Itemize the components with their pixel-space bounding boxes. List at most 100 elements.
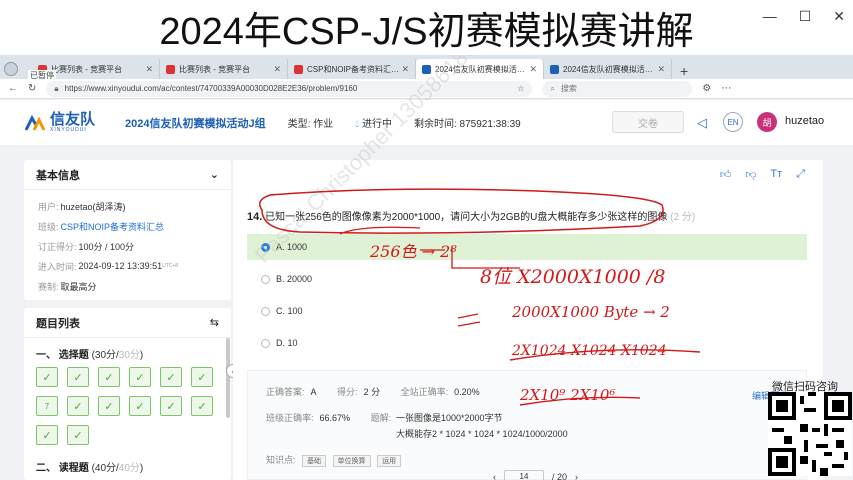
page-input[interactable]: 14 [504,470,544,480]
info-rule: 赛制: 取最高分 [38,281,97,292]
annotation-5: 2X10⁹ 2X10⁶ [520,386,616,404]
video-title: 2024年CSP-J/S初赛模拟赛讲解 [0,0,853,55]
info-score: 订正得分: 100分 / 100分 [38,241,135,252]
annotation-3: 2000X1000 Byte → 2 [512,303,670,321]
remaining-time: 剩余时间: 875921:38:39 [413,119,521,130]
next-page-icon[interactable]: › [575,472,578,480]
close-tab-icon[interactable]: ✕ [529,64,537,75]
logo-text: 信友队 [50,111,96,128]
avatar[interactable]: 胡 [757,112,777,132]
info-class: 班级: CSP和NOIP备考资料汇总 [38,220,165,233]
close-tab-icon[interactable]: ✕ [145,64,153,75]
question-cell[interactable]: ✓ [129,367,151,387]
question-grid: ✓ ✓ ✓ ✓ ✓ ✓ 7 ✓ ✓ ✓ ✓ ✓ ✓ ✓ [24,365,231,447]
annotation-1: 256色 → 2⁸ [370,242,457,261]
new-tab-button[interactable]: + [672,63,696,79]
answer-stats: 正确答案: A 得分: 2 分 全站正确率: 0.20% [266,387,480,397]
radio-icon [261,306,270,316]
back-icon[interactable]: ← [8,83,18,94]
username[interactable]: huzetao [785,115,824,127]
lock-icon: 🔒︎ [54,83,59,93]
panel-scrollbar[interactable] [226,338,230,418]
explanation-line-2: 大概能存2 * 1024 * 1024 * 1024/1000/2000 [396,429,568,439]
question-text: 已知一张256色的图像像素为2000*1000，请问大小为2GB的U盘大概能存多… [265,212,668,223]
window-controls: — ☐ ✕ [763,8,845,25]
favorite-icon[interactable]: ☆ [517,84,524,93]
knowledge-tags: 知识点: 基础 单位换算 运用 [266,453,402,467]
question-cell[interactable]: ✓ [191,367,213,387]
question-tools: 👍︎ 👎︎ Tт ⤢ [720,168,805,181]
question-cell[interactable]: 7 [36,396,58,416]
answer-class-rate: 班级正确率: 66.67% 题解: [266,413,392,423]
minimize-icon[interactable]: — [763,8,777,25]
screen: 2024年CSP-J/S初赛模拟赛讲解 — ☐ ✕ 比赛列表 - 竞赛平台 ✕ 比… [0,0,853,480]
basic-info-title: 基本信息 [36,169,80,182]
info-entry-time: 进入时间: 2024-09-12 13:39:51 UTC+8 [38,261,179,272]
annotation-4: 2X1024 X1024 X1024 [512,343,667,359]
notification-icon[interactable]: ◁ [697,115,707,131]
browser-tab[interactable]: 2024信友队初赛模拟活动组 - ✕ [544,59,672,79]
site-favicon-icon [550,64,559,74]
maximize-icon[interactable]: ☐ [799,8,812,25]
contest-name: 2024信友队初赛模拟活动J组 [125,117,266,130]
submit-paper-button[interactable]: 交卷 [612,111,684,133]
prev-page-icon[interactable]: ‹ [493,472,496,480]
pager: ‹ 14 / 20 › [493,470,578,480]
option-a[interactable]: A. 1000 [247,234,807,260]
swap-icon[interactable]: ⇆ [210,316,219,329]
font-size-icon[interactable]: Tт [770,168,782,181]
explanation-line-1: 一张图像是1000*2000字节 [396,413,503,423]
question-cell[interactable]: ✓ [36,367,58,387]
question-points: (2 分) [670,212,696,223]
question-cell[interactable]: ✓ [129,396,151,416]
section-reading: 二、 读程题 (40分/40分) [36,463,144,474]
search-icon: ⌕ [550,83,555,93]
browser-tab[interactable]: 比赛列表 - 竞赛平台 ✕ [160,59,288,79]
close-icon[interactable]: ✕ [833,8,845,25]
info-user: 用户: huzetao(胡泽涛) [38,201,126,212]
class-link[interactable]: CSP和NOIP备考资料汇总 [61,220,165,233]
question-cell[interactable]: ✓ [98,396,120,416]
annotation-2: 8位 X2000X1000 /8 [480,266,666,288]
close-tab-icon[interactable]: ✕ [273,64,281,75]
search-box[interactable]: ⌕ 搜索 [542,80,693,97]
browser-tab[interactable]: CSP和NOIP备考资料汇总 - 信友✕ [288,59,416,79]
question-cell[interactable]: ✓ [36,425,58,445]
question-list-title: 题目列表 [36,317,80,330]
address-bar[interactable]: 🔒︎ https://www.xinyoudui.com/ac/contest/… [46,80,533,97]
page-total: / 20 [552,472,568,480]
tag: 运用 [377,455,402,467]
question-list-panel: 题目列表 ⇆ 一、 选择题 (30分/30分) ✓ ✓ ✓ ✓ ✓ ✓ 7 ✓ … [24,308,231,480]
section-choice: 一、 选择题 (30分/30分) [36,350,144,361]
extensions-icon[interactable]: ⚙ [702,83,711,94]
question-cell[interactable]: ✓ [160,396,182,416]
site-favicon-icon [294,64,303,74]
fullscreen-icon[interactable]: ⤢ [796,168,805,181]
tag: 基础 [302,455,327,467]
basic-info-panel: 基本信息 ⌄ 用户: huzetao(胡泽涛) 班级: CSP和NOIP备考资料汇总… [24,160,231,300]
radio-icon [261,338,270,348]
site-favicon-icon [166,64,175,74]
question-cell[interactable]: ✓ [67,425,89,445]
contest-type: 类型: 作业 [287,119,334,130]
close-tab-icon[interactable]: ✕ [657,64,665,75]
question-cell[interactable]: ✓ [98,367,120,387]
question-cell[interactable]: ✓ [191,396,213,416]
thumbs-down-icon[interactable]: 👎︎ [745,168,756,181]
close-tab-icon[interactable]: ✕ [401,64,409,75]
profile-button[interactable] [4,59,26,79]
question-number: 14. [247,211,263,223]
logo-subtext: XINYOUDUI [50,127,87,133]
refresh-icon[interactable]: ↻ [28,83,36,94]
question-cell[interactable]: ✓ [67,367,89,387]
chevron-down-icon[interactable]: ⌄ [210,168,219,181]
more-icon[interactable]: ⋯ [721,83,731,94]
language-switch[interactable]: EN [723,112,743,132]
radio-icon [261,274,270,284]
qr-code-icon[interactable] [768,392,852,476]
question-cell[interactable]: ✓ [160,367,182,387]
thumbs-up-icon[interactable]: 👍︎ [720,168,732,181]
question-cell[interactable]: ✓ [67,396,89,416]
site-logo[interactable]: 信友队 XINYOUDUI [24,112,95,133]
tag: 单位换算 [332,455,371,467]
